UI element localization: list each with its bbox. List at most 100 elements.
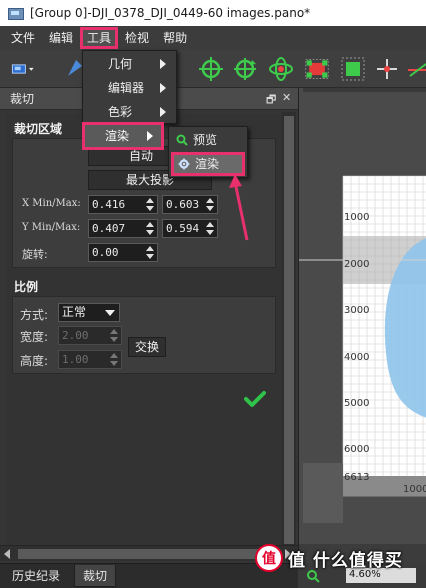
- spinner-arrows-icon[interactable]: [205, 198, 215, 211]
- panel-scrollbar[interactable]: [282, 112, 296, 552]
- mode-label: 方式:: [20, 308, 49, 322]
- submenu-item-preview-label: 预览: [193, 133, 218, 147]
- mask-icon: [341, 57, 365, 81]
- ruler-label-6613: 6613: [344, 472, 370, 483]
- render-submenu: 预览 渲染: [168, 126, 248, 178]
- panel-scrollbar-thumb[interactable]: [284, 116, 294, 544]
- mask-tool[interactable]: [340, 56, 366, 82]
- tab-history[interactable]: 历史纪录: [4, 565, 68, 587]
- y-minmax-label: Y Min/Max:: [22, 222, 81, 233]
- ruler-label-3000: 3000: [344, 305, 370, 316]
- menu-edit[interactable]: 编辑: [42, 27, 80, 49]
- menu-bar: 文件 编辑 工具 检视 帮助: [0, 26, 426, 50]
- rotate-label: 旋转:: [22, 248, 48, 261]
- horizontal-scrollbar-thumb[interactable]: [18, 549, 274, 559]
- menu-tools[interactable]: 工具: [80, 27, 119, 49]
- menu-item-color[interactable]: 色彩: [83, 101, 176, 123]
- layout-dropdown-button[interactable]: [10, 56, 54, 82]
- submenu-item-render-label: 渲染: [195, 157, 220, 171]
- annotation-arrow-icon: [229, 174, 249, 241]
- menu-item-render[interactable]: 渲染: [82, 122, 164, 150]
- width-value: 2.00: [62, 329, 89, 342]
- rotate-field[interactable]: 0.00: [88, 243, 158, 262]
- height-field[interactable]: 1.00: [58, 350, 122, 369]
- rotate-value: 0.00: [92, 246, 119, 259]
- tools-menu: 几何 编辑器 色彩: [82, 50, 177, 124]
- crosshair-icon: [377, 59, 397, 79]
- menu-item-color-label: 色彩: [108, 105, 133, 119]
- menu-item-geometry[interactable]: 几何: [83, 53, 176, 75]
- x-max-field[interactable]: 0.603: [162, 195, 218, 214]
- ratio-group: [12, 296, 276, 374]
- apply-check-icon[interactable]: [244, 390, 266, 408]
- spinner-arrows-icon[interactable]: [145, 222, 155, 235]
- ruler-label-2000: 2000: [344, 259, 370, 270]
- spinner-arrows-icon: [109, 329, 119, 342]
- y-min-value: 0.407: [92, 222, 126, 235]
- watermark: 值 值 什么值得买: [254, 538, 426, 578]
- panel-title: 裁切: [10, 92, 35, 106]
- title-bar: [Group 0]-DJI_0378_DJI_0449-60 images.pa…: [0, 0, 426, 26]
- tab-crop[interactable]: 裁切: [74, 565, 117, 587]
- ruler-label-1000: 1000: [344, 212, 370, 223]
- window-title: [Group 0]-DJI_0378_DJI_0449-60 images.pa…: [30, 6, 311, 20]
- sphere-icon: [269, 57, 293, 81]
- crop-panel: 裁切 🗗 ✕ 裁切区域 自动 最大投影 X Min/Max: 0.416 0.6…: [0, 88, 298, 563]
- crop-area-title: 裁切区域: [14, 122, 63, 136]
- preview-icon: [176, 134, 188, 146]
- menu-view[interactable]: 检视: [118, 27, 156, 49]
- ruler-label-bottom: 1000: [403, 484, 426, 495]
- ruler-label-5000: 5000: [344, 398, 370, 409]
- ratio-title: 比例: [14, 280, 39, 294]
- panorama-canvas[interactable]: 1000 2000 3000 4000 5000 6000 6613 1000: [298, 88, 426, 563]
- sphere-tool[interactable]: [268, 56, 294, 82]
- x-minmax-label: X Min/Max:: [22, 198, 81, 209]
- menu-item-render-label: 渲染: [105, 129, 130, 143]
- rotate-icon: [234, 58, 256, 80]
- watermark-logo-icon: 值: [255, 544, 283, 572]
- rotate-tool[interactable]: [232, 56, 258, 82]
- x-max-value: 0.603: [166, 198, 200, 211]
- submenu-arrow-icon: [160, 59, 166, 69]
- mode-select[interactable]: 正常: [58, 303, 120, 322]
- spinner-arrows-icon[interactable]: [145, 246, 155, 259]
- mode-value: 正常: [62, 305, 87, 319]
- app-icon: [8, 6, 24, 20]
- gear-icon: [178, 158, 190, 170]
- submenu-item-preview[interactable]: 预览: [169, 128, 247, 152]
- menu-item-editor[interactable]: 编辑器: [83, 77, 176, 99]
- control-points-tool[interactable]: [374, 56, 400, 82]
- menu-help[interactable]: 帮助: [156, 27, 194, 49]
- width-field[interactable]: 2.00: [58, 326, 122, 345]
- submenu-arrow-icon: [160, 107, 166, 117]
- move-tool[interactable]: [198, 56, 224, 82]
- menu-item-editor-label: 编辑器: [108, 81, 145, 95]
- monitor-icon: [11, 64, 34, 74]
- chevron-down-icon: [105, 310, 115, 316]
- ruler-label-6000: 6000: [344, 444, 370, 455]
- close-icon[interactable]: ✕: [282, 91, 291, 104]
- x-min-value: 0.416: [92, 198, 126, 211]
- submenu-arrow-icon: [147, 131, 153, 141]
- y-min-field[interactable]: 0.407: [88, 219, 158, 238]
- width-label: 宽度:: [20, 330, 49, 344]
- y-max-field[interactable]: 0.594: [162, 219, 218, 238]
- crop-icon: [305, 59, 329, 79]
- crop-tool[interactable]: [304, 56, 334, 82]
- scroll-left-icon[interactable]: [4, 549, 10, 559]
- spinner-arrows-icon: [109, 353, 119, 366]
- x-min-field[interactable]: 0.416: [88, 195, 158, 214]
- float-icon[interactable]: 🗗: [266, 91, 276, 110]
- swap-button[interactable]: 交换: [128, 337, 166, 357]
- watermark-glyph: 值: [262, 550, 276, 567]
- ruler-label-4000: 4000: [344, 352, 370, 363]
- more-tool[interactable]: [404, 56, 426, 82]
- menu-item-geometry-label: 几何: [108, 57, 133, 71]
- menu-file[interactable]: 文件: [4, 27, 42, 49]
- toolbar: [0, 50, 426, 88]
- watermark-text: 值 什么值得买: [288, 550, 403, 571]
- height-label: 高度:: [20, 354, 49, 368]
- spinner-arrows-icon[interactable]: [145, 198, 155, 211]
- spinner-arrows-icon[interactable]: [205, 222, 215, 235]
- move-icon: [199, 57, 223, 81]
